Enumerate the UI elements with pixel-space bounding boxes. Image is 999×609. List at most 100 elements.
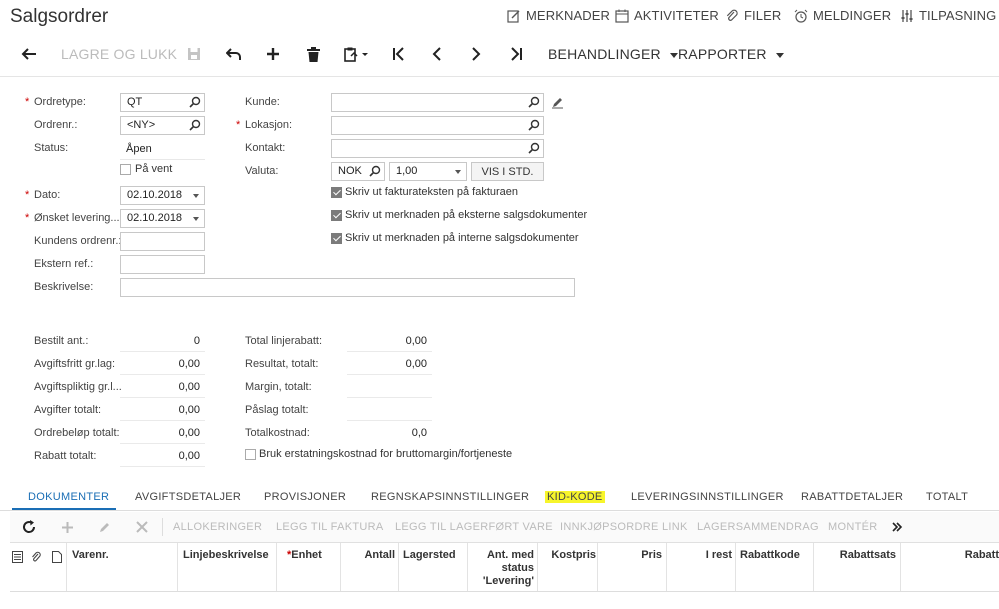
edit-row-icon[interactable]	[97, 520, 111, 534]
tab-shipping-settings[interactable]: LEVERINGSINNSTILLINGER	[631, 491, 784, 503]
delete-row-icon[interactable]	[135, 520, 149, 534]
next-record-icon[interactable]	[467, 45, 485, 63]
back-arrow-icon[interactable]	[20, 45, 38, 63]
actions-menu[interactable]: BEHANDLINGER	[548, 46, 678, 62]
pencil-icon[interactable]	[551, 96, 564, 109]
currency-field[interactable]: NOK	[331, 162, 385, 181]
hold-checkbox[interactable]	[120, 164, 131, 175]
print-internal-note-label: Skriv ut merknaden på interne salgsdokum…	[345, 232, 579, 244]
col-qty-on-shipments[interactable]: Ant. med status 'Levering'	[470, 549, 534, 588]
customize-icon	[901, 9, 913, 22]
search-icon[interactable]	[528, 119, 540, 131]
more-chevron-icon[interactable]	[890, 520, 904, 534]
tab-commissions[interactable]: PROVISJONER	[264, 491, 346, 503]
order-nbr-label: Ordrenr.:	[34, 119, 78, 131]
tab-documents[interactable]: DOKUMENTER	[28, 491, 109, 503]
search-icon[interactable]	[189, 119, 201, 131]
col-warehouse[interactable]: Lagersted	[403, 549, 456, 561]
customer-order-field[interactable]	[120, 232, 205, 251]
toolbar-divider	[0, 76, 999, 77]
delete-icon[interactable]	[304, 45, 322, 63]
save-close-button[interactable]: LAGRE OG LUKK	[61, 46, 177, 62]
add-row-icon[interactable]	[60, 520, 74, 534]
undo-icon[interactable]	[225, 45, 243, 63]
col-uom-label: Enhet	[291, 549, 322, 561]
date-field[interactable]: 02.10.2018	[120, 186, 205, 205]
customize-button[interactable]: TILPASNING	[900, 8, 996, 23]
currency-rate-field[interactable]: 1,00	[389, 162, 467, 181]
tab-kid-code[interactable]: KID-KODE	[545, 491, 605, 503]
print-external-note-label: Skriv ut merknaden på eksterne salgsdoku…	[345, 209, 588, 221]
notifications-label: MELDINGER	[813, 8, 892, 23]
po-link-button[interactable]: INNKJØPSORDRE LINK	[560, 521, 688, 533]
search-icon[interactable]	[528, 96, 540, 108]
edit-note-icon	[507, 9, 520, 23]
location-field[interactable]	[331, 116, 544, 135]
add-icon[interactable]	[264, 45, 282, 63]
tab-totals[interactable]: TOTALT	[926, 491, 968, 503]
tab-financial-settings[interactable]: REGNSKAPSINNSTILLINGER	[371, 491, 529, 503]
col-unit-cost[interactable]: Kostpris	[540, 549, 596, 561]
allocations-button[interactable]: ALLOKERINGER	[173, 521, 262, 533]
activities-button[interactable]: AKTIVITETER	[615, 8, 719, 23]
chevron-down-icon[interactable]	[455, 170, 461, 174]
chevron-down-icon[interactable]	[193, 194, 199, 198]
main-toolbar: LAGRE OG LUKK BEHANDLINGER RAPPORTER	[0, 36, 999, 72]
last-record-icon[interactable]	[507, 45, 525, 63]
col-discount[interactable]: Rabatt	[904, 549, 999, 561]
col-discount-rate[interactable]: Rabattsats	[816, 549, 896, 561]
notes-button[interactable]: MERKNADER	[507, 8, 610, 23]
total-cost-label: Totalkostnad:	[245, 427, 310, 439]
line-discount-label: Total linjerabatt:	[245, 335, 323, 347]
first-record-icon[interactable]	[390, 45, 408, 63]
column-separator	[177, 543, 178, 591]
print-invoice-text-checkbox[interactable]	[331, 187, 342, 198]
print-internal-note-checkbox[interactable]	[331, 233, 342, 244]
profit-label: Resultat, totalt:	[245, 358, 319, 370]
col-price[interactable]: Pris	[600, 549, 662, 561]
add-stock-item-button[interactable]: LEGG TIL LAGERFØRT VARE	[395, 521, 553, 533]
description-field[interactable]	[120, 278, 575, 297]
external-ref-field[interactable]	[120, 255, 205, 274]
files-label: FILER	[744, 8, 782, 23]
files-button[interactable]: FILER	[725, 8, 781, 23]
tab-discount-details[interactable]: RABATTDETALJER	[801, 491, 903, 503]
status-underline	[120, 159, 205, 160]
requested-date-value: 02.10.2018	[127, 212, 183, 224]
date-label: Dato:	[25, 189, 60, 201]
chevron-down-icon	[669, 52, 678, 58]
col-line-description[interactable]: Linjebeskrivelse	[183, 549, 273, 561]
search-icon[interactable]	[189, 96, 201, 108]
save-icon[interactable]	[185, 45, 203, 63]
contact-field[interactable]	[331, 139, 544, 158]
order-nbr-field[interactable]: <NY>	[120, 116, 205, 135]
col-discount-code[interactable]: Rabattkode	[740, 549, 800, 561]
reports-menu[interactable]: RAPPORTER	[678, 46, 784, 62]
col-remaining[interactable]: I rest	[670, 549, 732, 561]
assemble-button[interactable]: MONTÉR	[828, 521, 877, 533]
chevron-down-icon[interactable]	[193, 217, 199, 221]
col-uom[interactable]: *Enhet	[287, 549, 322, 561]
replacement-cost-checkbox[interactable]	[245, 449, 256, 460]
external-ref-label: Ekstern ref.:	[34, 258, 94, 270]
tab-bar: DOKUMENTER AVGIFTSDETALJER PROVISJONER R…	[0, 486, 999, 511]
stock-summary-button[interactable]: LAGERSAMMENDRAG	[697, 521, 819, 533]
search-icon[interactable]	[369, 165, 381, 177]
order-type-field[interactable]: QT	[120, 93, 205, 112]
requested-date-field[interactable]: 02.10.2018	[120, 209, 205, 228]
actions-label: BEHANDLINGER	[548, 46, 661, 62]
tab-tax-details[interactable]: AVGIFTSDETALJER	[135, 491, 241, 503]
previous-record-icon[interactable]	[428, 45, 446, 63]
customer-field[interactable]	[331, 93, 544, 112]
view-base-button[interactable]: VIS I STD.	[471, 162, 544, 181]
col-item[interactable]: Varenr.	[72, 549, 109, 561]
summary-row-line	[120, 331, 205, 352]
print-external-note-checkbox[interactable]	[331, 210, 342, 221]
currency-value: NOK	[338, 165, 362, 177]
search-icon[interactable]	[528, 142, 540, 154]
add-invoice-button[interactable]: LEGG TIL FAKTURA	[276, 521, 384, 533]
refresh-icon[interactable]	[22, 520, 36, 534]
notifications-button[interactable]: MELDINGER	[794, 8, 891, 23]
clipboard-menu-icon[interactable]	[344, 45, 372, 63]
col-quantity[interactable]: Antall	[340, 549, 395, 561]
